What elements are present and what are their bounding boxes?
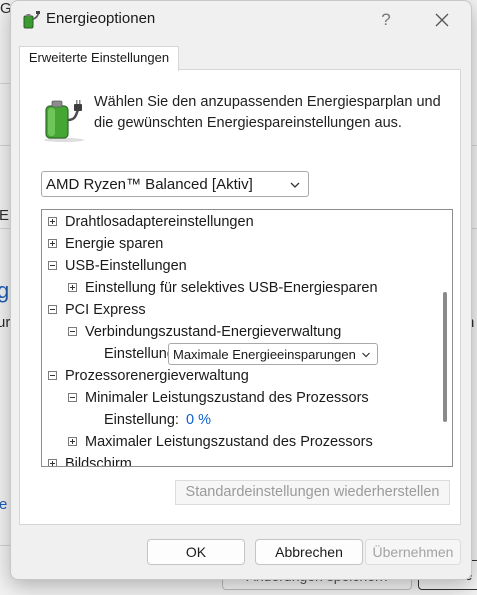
expand-icon[interactable] [68,437,77,446]
tree-item-setting-label: Einstellung: [104,412,179,428]
tree-scrollbar[interactable] [438,210,452,466]
expand-icon[interactable] [68,283,77,292]
chevron-down-icon [290,182,300,188]
expand-icon[interactable] [48,239,57,248]
tree-item-label: Minimaler Leistungszustand des Prozessor… [85,390,369,406]
advanced-settings-panel: Wählen Sie den anzupassenden Energiespar… [19,69,461,525]
title-bar[interactable]: Energieoptionen ? [11,1,471,39]
apply-button[interactable]: Übernehmen [365,539,461,565]
cancel-button[interactable]: Abbrechen [255,539,363,565]
background-fragment-g: g [0,278,10,303]
dialog-title: Energieoptionen [46,10,156,27]
intro-text: Wählen Sie den anzupassenden Energiespar… [94,94,441,131]
power-plan-select-value: AMD Ryzen™ Balanced [Aktiv] [46,176,253,193]
collapse-icon[interactable] [48,305,57,314]
min-state-value-link[interactable]: 0 % [186,409,211,431]
expand-icon[interactable] [48,217,57,226]
collapse-icon[interactable] [68,327,77,336]
close-icon [435,13,449,27]
tree-item-label: PCI Express [65,302,146,318]
link-state-setting-select[interactable]: Maximale Energieeinsparungen [168,343,378,365]
background-fragment-e: e [0,496,8,513]
collapse-icon[interactable] [48,261,57,270]
collapse-icon[interactable] [68,393,77,402]
tree-item-label: Bildschirm [65,456,132,467]
tree-item-label: Prozessorenergieverwaltung [65,368,249,384]
tree-item-label: USB-Einstellungen [65,258,187,274]
settings-tree[interactable]: Drahtlosadaptereinstellungen Energie spa… [41,209,453,467]
restore-defaults-button[interactable]: Standardeinstellungen wiederherstellen [175,480,450,505]
tree-item-label: Drahtlosadaptereinstellungen [65,214,254,230]
battery-plug-icon [42,96,86,142]
ok-button[interactable]: OK [147,539,245,565]
expand-icon[interactable] [48,459,57,466]
chevron-down-icon [362,352,370,358]
collapse-icon[interactable] [48,371,57,380]
tree-item-label: Einstellung für selektives USB-Energiesp… [85,280,378,296]
tree-item-label: Energie sparen [65,236,164,252]
help-button[interactable]: ? [371,5,401,35]
scrollbar-thumb[interactable] [443,292,447,422]
close-button[interactable] [427,5,457,35]
battery-plug-icon [21,10,41,30]
power-plan-select[interactable]: AMD Ryzen™ Balanced [Aktiv] [41,171,309,197]
background-fragment-ur: ur [0,314,11,331]
tree-item-label: Maximaler Leistungszustand des Prozessor… [85,434,373,450]
tree-item-label: Verbindungszustand-Energieverwaltung [85,324,342,340]
setting-select-value: Maximale Energieeinsparungen [173,347,356,362]
power-options-dialog: Energieoptionen ? Erweiterte Einstellung… [10,0,472,580]
tab-advanced-settings[interactable]: Erweiterte Einstellungen [19,46,179,71]
